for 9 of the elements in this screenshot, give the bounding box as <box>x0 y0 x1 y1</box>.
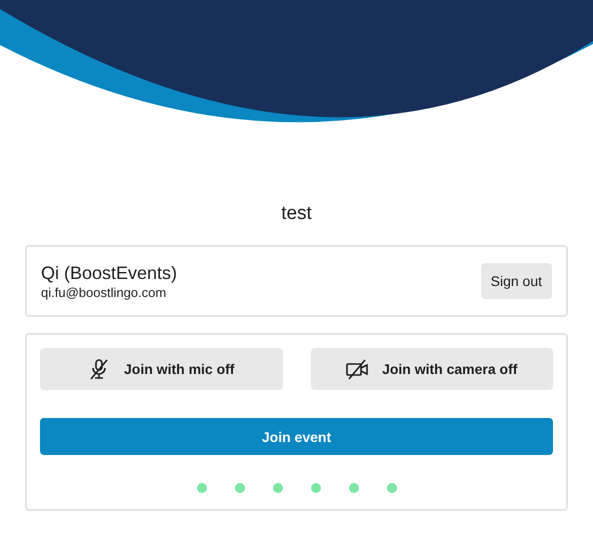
camera-off-button[interactable]: Join with camera off <box>310 348 553 390</box>
join-event-button[interactable]: Join event <box>40 418 553 455</box>
user-name: Qi (BoostEvents) <box>41 262 178 284</box>
mic-off-icon <box>88 358 110 380</box>
event-title: test <box>280 203 313 226</box>
user-email: qi.fu@boostlingo.com <box>41 284 168 300</box>
mic-off-button[interactable]: Join with mic off <box>40 348 282 390</box>
camera-off-icon <box>346 358 368 380</box>
sign-out-button[interactable]: Sign out <box>480 263 552 299</box>
